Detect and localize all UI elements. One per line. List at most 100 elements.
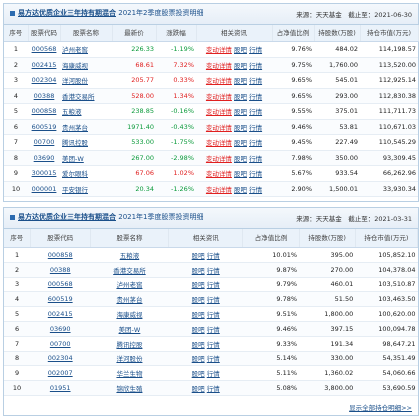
- guba-link[interactable]: 股吧: [234, 155, 247, 163]
- stock-name-link[interactable]: 华兰生物: [90, 365, 169, 382]
- stock-name-link[interactable]: 腾讯控股: [90, 336, 169, 352]
- stock-code-link[interactable]: 00388: [30, 262, 91, 278]
- guba-link[interactable]: 股吧: [192, 385, 205, 393]
- quote-link[interactable]: 行情: [249, 46, 262, 54]
- stock-name-link[interactable]: 贵州茅台: [60, 119, 112, 135]
- guba-link[interactable]: 股吧: [192, 311, 205, 319]
- stock-name-link[interactable]: 平安银行: [60, 181, 112, 197]
- stock-code-link[interactable]: 002304: [28, 72, 60, 89]
- quote-link[interactable]: 行情: [249, 139, 262, 147]
- stock-name-link[interactable]: 洋河股份: [90, 351, 169, 367]
- quote-link[interactable]: 行情: [249, 124, 262, 132]
- quote-link[interactable]: 行情: [207, 311, 220, 319]
- stock-name-link[interactable]: 五粮液: [60, 103, 112, 120]
- guba-link[interactable]: 股吧: [234, 139, 247, 147]
- table-row: 2 002415 海康威视 68.61 7.32% 变动详情 股吧 行情 9.75% 1,76…: [4, 57, 418, 73]
- guba-link[interactable]: 股吧: [234, 46, 247, 54]
- fund-name-link[interactable]: 易方达优质企业三年持有期混合: [18, 213, 116, 221]
- stock-code-link[interactable]: 03690: [28, 150, 60, 166]
- change-details-link[interactable]: 变动详情: [206, 155, 232, 163]
- guba-link[interactable]: 股吧: [192, 281, 205, 289]
- change-details-link[interactable]: 变动详情: [206, 62, 232, 70]
- stock-name-link[interactable]: 锦欣生殖: [90, 380, 169, 396]
- guba-link[interactable]: 股吧: [192, 341, 205, 349]
- stock-code-link[interactable]: 00700: [28, 134, 60, 151]
- stock-name-link[interactable]: 洋河股份: [60, 72, 112, 89]
- stock-name-link[interactable]: 五粮液: [90, 247, 169, 263]
- stock-name-link[interactable]: 香港交易所: [90, 262, 169, 278]
- stock-code-link[interactable]: 002304: [30, 351, 91, 367]
- quote-link[interactable]: 行情: [249, 108, 262, 116]
- stock-name-link[interactable]: 海康威视: [90, 306, 169, 322]
- quote-link[interactable]: 行情: [249, 77, 262, 85]
- guba-link[interactable]: 股吧: [234, 170, 247, 178]
- quote-link[interactable]: 行情: [207, 252, 220, 260]
- stock-code-link[interactable]: 000001: [28, 181, 60, 197]
- guba-link[interactable]: 股吧: [234, 77, 247, 85]
- related-news-cell: 变动详情 股吧 行情: [196, 165, 272, 182]
- stock-code-link[interactable]: 000858: [28, 103, 60, 120]
- stock-name-link[interactable]: 贵州茅台: [90, 291, 169, 308]
- stock-name-link[interactable]: 海康威视: [60, 57, 112, 73]
- latest-price: 226.33: [112, 41, 156, 58]
- stock-code-link[interactable]: 300015: [28, 165, 60, 182]
- fund-name-link[interactable]: 易方达优质企业三年持有期混合: [18, 9, 116, 17]
- guba-link[interactable]: 股吧: [192, 370, 205, 378]
- column-header: 股票名称: [60, 25, 113, 42]
- quote-link[interactable]: 行情: [207, 370, 220, 378]
- stock-code-link[interactable]: 00700: [30, 336, 91, 352]
- stock-name-link[interactable]: 泸州老窖: [60, 41, 112, 58]
- market-value: 53,690.59: [355, 380, 418, 396]
- stock-name-link[interactable]: 泸州老窖: [90, 277, 169, 293]
- quote-link[interactable]: 行情: [249, 62, 262, 70]
- change-details-link[interactable]: 变动详情: [206, 186, 232, 194]
- quote-link[interactable]: 行情: [207, 267, 220, 275]
- stock-name-link[interactable]: 美团-W: [90, 321, 169, 337]
- stock-code-link[interactable]: 000568: [28, 41, 60, 58]
- guba-link[interactable]: 股吧: [234, 62, 247, 70]
- stock-code-link[interactable]: 002415: [30, 306, 91, 322]
- guba-link[interactable]: 股吧: [234, 124, 247, 132]
- change-details-link[interactable]: 变动详情: [206, 77, 232, 85]
- quote-link[interactable]: 行情: [207, 281, 220, 289]
- change-details-link[interactable]: 变动详情: [206, 124, 232, 132]
- stock-code-link[interactable]: 002415: [28, 57, 60, 73]
- guba-link[interactable]: 股吧: [234, 108, 247, 116]
- quote-link[interactable]: 行情: [207, 296, 220, 304]
- stock-code-link[interactable]: 03690: [30, 321, 91, 337]
- show-all-holdings-link[interactable]: 显示全部持仓明细>>: [349, 402, 412, 412]
- stock-name-link[interactable]: 美团-W: [60, 150, 112, 166]
- quote-link[interactable]: 行情: [249, 155, 262, 163]
- guba-link[interactable]: 股吧: [234, 186, 247, 194]
- stock-code-link[interactable]: 002007: [30, 365, 91, 382]
- stock-code-link[interactable]: 600519: [28, 119, 60, 135]
- quote-link[interactable]: 行情: [207, 326, 220, 334]
- guba-link[interactable]: 股吧: [192, 252, 205, 260]
- quote-link[interactable]: 行情: [207, 341, 220, 349]
- related-news-cell: 变动详情 股吧 行情: [196, 181, 272, 197]
- stock-name-link[interactable]: 腾讯控股: [60, 134, 112, 151]
- stock-name-link[interactable]: 香港交易所: [60, 88, 112, 104]
- guba-link[interactable]: 股吧: [192, 326, 205, 334]
- quote-link[interactable]: 行情: [207, 355, 220, 363]
- stock-name-link[interactable]: 爱尔眼科: [60, 165, 112, 182]
- change-details-link[interactable]: 变动详情: [206, 46, 232, 54]
- quote-link[interactable]: 行情: [207, 385, 220, 393]
- table-row: 6 600519 贵州茅台 1971.40 -0.43% 变动详情 股吧 行情 9.46% 5…: [4, 119, 418, 135]
- change-details-link[interactable]: 变动详情: [206, 93, 232, 101]
- stock-code-link[interactable]: 000858: [30, 247, 91, 263]
- guba-link[interactable]: 股吧: [192, 267, 205, 275]
- stock-code-link[interactable]: 600519: [30, 291, 91, 308]
- stock-code-link[interactable]: 000568: [30, 277, 91, 293]
- quote-link[interactable]: 行情: [249, 93, 262, 101]
- change-details-link[interactable]: 变动详情: [206, 139, 232, 147]
- guba-link[interactable]: 股吧: [192, 355, 205, 363]
- quote-link[interactable]: 行情: [249, 170, 262, 178]
- quote-link[interactable]: 行情: [249, 186, 262, 194]
- stock-code-link[interactable]: 00388: [28, 88, 60, 104]
- change-details-link[interactable]: 变动详情: [206, 108, 232, 116]
- guba-link[interactable]: 股吧: [192, 296, 205, 304]
- guba-link[interactable]: 股吧: [234, 93, 247, 101]
- stock-code-link[interactable]: 01951: [30, 380, 91, 396]
- change-details-link[interactable]: 变动详情: [206, 170, 232, 178]
